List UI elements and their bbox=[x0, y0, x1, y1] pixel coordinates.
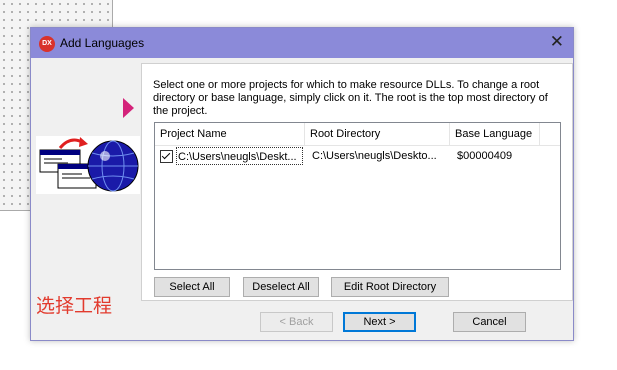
next-button[interactable]: Next > bbox=[343, 312, 416, 332]
cancel-button[interactable]: Cancel bbox=[453, 312, 526, 332]
base-language-cell[interactable]: $00000409 bbox=[457, 147, 547, 165]
edit-root-directory-button[interactable]: Edit Root Directory bbox=[331, 277, 449, 297]
select-all-button[interactable]: Select All bbox=[154, 277, 230, 297]
list-header: Project Name Root Directory Base Languag… bbox=[155, 123, 560, 146]
table-row[interactable]: C:\Users\neugls\Deskt... C:\Users\neugls… bbox=[155, 147, 560, 165]
deselect-all-button[interactable]: Deselect All bbox=[243, 277, 319, 297]
wizard-sidebar bbox=[31, 58, 141, 293]
checkbox-checked-icon[interactable] bbox=[160, 150, 173, 163]
globe-icon bbox=[36, 136, 140, 194]
projects-list[interactable]: Project Name Root Directory Base Languag… bbox=[154, 122, 561, 270]
wizard-arrow-icon bbox=[123, 98, 134, 118]
column-header-root-directory[interactable]: Root Directory bbox=[305, 123, 450, 145]
project-name-cell[interactable]: C:\Users\neugls\Deskt... bbox=[176, 147, 303, 165]
instructions-text: Select one or more projects for which to… bbox=[153, 79, 548, 117]
dialog-title: Add Languages bbox=[60, 36, 145, 50]
back-button[interactable]: < Back bbox=[260, 312, 333, 332]
column-header-base-language[interactable]: Base Language bbox=[450, 123, 540, 145]
content-panel: Select one or more projects for which to… bbox=[141, 63, 573, 301]
close-icon[interactable]: ✕ bbox=[550, 33, 564, 51]
column-header-project-name[interactable]: Project Name bbox=[155, 123, 305, 145]
title-bar[interactable]: DX Add Languages ✕ bbox=[31, 28, 573, 58]
app-logo-icon: DX bbox=[39, 36, 55, 52]
annotation-label: 选择工程 bbox=[36, 295, 113, 317]
root-directory-cell[interactable]: C:\Users\neugls\Deskto... bbox=[312, 147, 447, 165]
